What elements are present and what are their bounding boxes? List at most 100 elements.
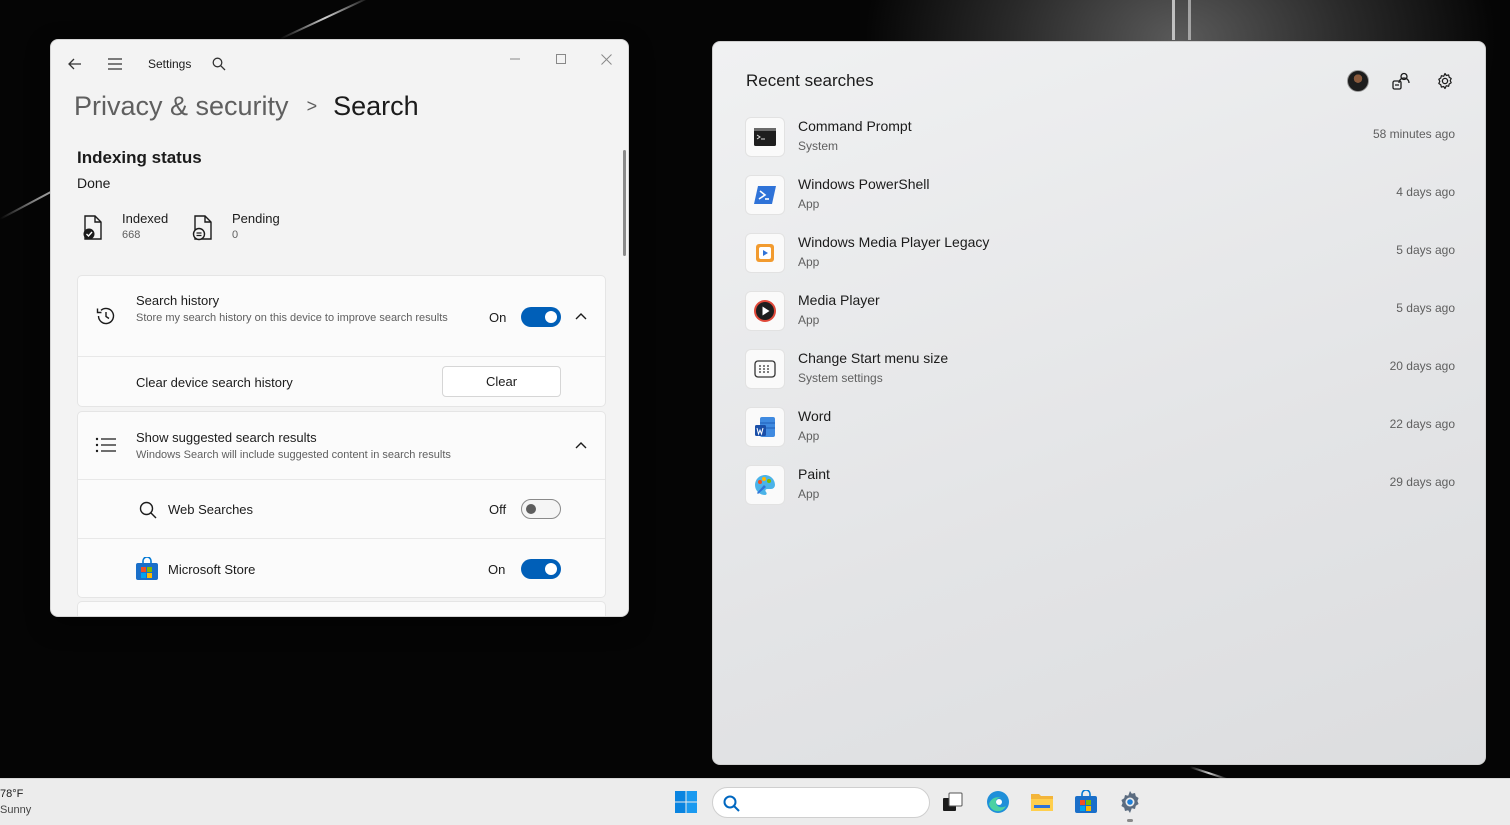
maximize-button[interactable] — [544, 46, 578, 72]
search-result-word[interactable]: Word App 22 days ago — [745, 403, 1457, 455]
result-name: Windows PowerShell — [798, 176, 930, 192]
search-result-start-menu-size[interactable]: Change Start menu size System settings 2… — [745, 345, 1457, 397]
result-name: Change Start menu size — [798, 350, 949, 366]
result-name: Media Player — [798, 292, 880, 308]
result-time: 29 days ago — [1389, 475, 1455, 489]
microsoft-store-icon — [1075, 790, 1097, 813]
indexing-status-value: Done — [77, 175, 111, 191]
web-search-icon — [136, 498, 160, 522]
pending-value: 0 — [232, 229, 239, 241]
settings-taskbar-button[interactable] — [1115, 787, 1145, 817]
title-bar: Settings — [51, 40, 628, 88]
result-time: 4 days ago — [1396, 185, 1455, 199]
breadcrumb-separator: > — [306, 95, 318, 116]
result-type: App — [798, 197, 820, 211]
powershell-icon — [745, 175, 785, 215]
hamburger-menu-icon[interactable] — [105, 54, 125, 74]
search-result-media-player[interactable]: Media Player App 5 days ago — [745, 287, 1457, 339]
result-name: Command Prompt — [798, 118, 912, 134]
microsoft-store-taskbar-button[interactable] — [1071, 787, 1101, 817]
clear-history-button[interactable]: Clear — [442, 366, 561, 397]
running-indicator — [1127, 819, 1133, 822]
result-name: Paint — [798, 466, 830, 482]
search-history-toggle[interactable] — [521, 307, 561, 327]
taskbar: 78°F Sunny — [0, 778, 1510, 825]
result-time: 5 days ago — [1396, 243, 1455, 257]
result-type: App — [798, 255, 820, 269]
indexed-document-icon — [83, 215, 102, 240]
search-history-description: Store my search history on this device t… — [136, 312, 448, 324]
result-time: 58 minutes ago — [1372, 127, 1455, 141]
web-searches-toggle[interactable] — [521, 499, 561, 519]
suggested-results-card: Show suggested search results Windows Se… — [77, 411, 606, 598]
pending-document-icon — [192, 215, 212, 241]
indexed-value: 668 — [122, 229, 141, 241]
result-type: System — [798, 139, 839, 153]
web-searches-label: Web Searches — [168, 502, 254, 517]
pending-label: Pending — [232, 211, 280, 226]
result-type: System settings — [798, 371, 883, 385]
wallpaper-streak — [279, 0, 372, 40]
settings-gear-icon — [1121, 791, 1139, 813]
gear-icon[interactable] — [1434, 70, 1456, 92]
chevron-up-icon[interactable] — [573, 437, 589, 453]
edge-browser-button[interactable] — [983, 787, 1013, 817]
suggested-results-title: Show suggested search results — [136, 430, 317, 445]
search-result-powershell[interactable]: Windows PowerShell App 4 days ago — [745, 171, 1457, 223]
minimize-button[interactable] — [498, 46, 532, 72]
wallpaper-streak — [1189, 766, 1229, 778]
people-share-icon[interactable] — [1390, 70, 1412, 92]
chevron-up-icon[interactable] — [573, 308, 589, 324]
task-view-button[interactable] — [938, 787, 968, 817]
clear-history-label: Clear device search history — [136, 375, 293, 390]
taskbar-search-box[interactable] — [712, 787, 930, 818]
search-result-command-prompt[interactable]: Command Prompt System 58 minutes ago — [745, 113, 1457, 165]
file-explorer-button[interactable] — [1027, 787, 1057, 817]
result-name: Windows Media Player Legacy — [798, 234, 990, 250]
result-name: Word — [798, 408, 832, 424]
start-button[interactable] — [671, 787, 701, 817]
page-title: Search — [333, 90, 419, 121]
search-history-title: Search history — [136, 293, 220, 308]
weather-temperature[interactable]: 78°F — [0, 788, 23, 800]
media-player-legacy-icon — [745, 233, 785, 273]
result-time: 5 days ago — [1396, 301, 1455, 315]
result-type: App — [798, 429, 820, 443]
search-icon — [723, 795, 740, 812]
microsoft-store-toggle[interactable] — [521, 559, 561, 579]
microsoft-store-state: On — [488, 562, 506, 577]
result-type: App — [798, 313, 820, 327]
weather-condition[interactable]: Sunny — [0, 804, 31, 816]
microsoft-store-row: Microsoft Store On — [78, 538, 605, 598]
web-searches-row: Web Searches Off — [78, 479, 605, 538]
microsoft-store-label: Microsoft Store — [168, 562, 256, 577]
suggested-results-description: Windows Search will include suggested co… — [136, 449, 451, 461]
paint-icon — [745, 465, 785, 505]
wallpaper-streak — [1188, 0, 1191, 40]
result-type: App — [798, 487, 820, 501]
indexed-label: Indexed — [122, 211, 169, 226]
wallpaper-streak — [1172, 0, 1175, 40]
next-card-partial — [77, 601, 606, 616]
close-button[interactable] — [589, 46, 623, 72]
search-history-state: On — [489, 310, 507, 325]
indexed-count: Indexed 668 — [82, 211, 168, 241]
user-avatar[interactable] — [1347, 70, 1369, 92]
back-arrow-icon[interactable] — [65, 54, 85, 74]
settings-window: Settings Privacy & security > Search Ind… — [50, 39, 629, 617]
search-history-card: Search history Store my search history o… — [77, 275, 606, 407]
windows-logo-icon — [675, 791, 697, 813]
list-icon — [94, 433, 118, 457]
start-menu-settings-icon — [745, 349, 785, 389]
edge-icon — [987, 791, 1009, 813]
scrollbar-thumb[interactable] — [623, 150, 626, 256]
breadcrumb-parent[interactable]: Privacy & security — [74, 91, 289, 122]
search-result-paint[interactable]: Paint App 29 days ago — [745, 461, 1457, 513]
clear-history-row: Clear device search history Clear — [78, 356, 605, 407]
breadcrumb: Privacy & security > Search — [74, 88, 419, 124]
search-result-media-player-legacy[interactable]: Windows Media Player Legacy App 5 days a… — [745, 229, 1457, 281]
command-prompt-icon — [745, 117, 785, 157]
folder-icon — [1031, 794, 1053, 811]
search-icon[interactable] — [209, 54, 229, 74]
indexing-status-title: Indexing status — [77, 148, 202, 167]
